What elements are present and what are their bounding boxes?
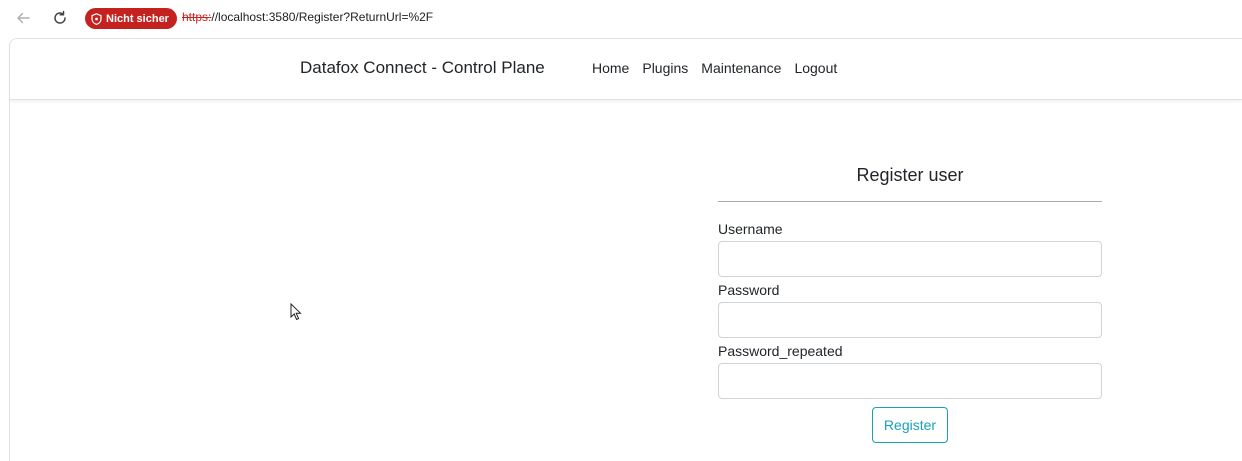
form-title: Register user [856, 165, 964, 185]
security-label: Nicht sicher [106, 12, 169, 25]
shield-icon [91, 12, 102, 25]
nav-link-plugins[interactable]: Plugins [642, 60, 688, 76]
browser-toolbar: Nicht sicher https://localhost:3580/Regi… [0, 0, 1242, 38]
title-divider [718, 201, 1102, 202]
mouse-cursor-icon [290, 302, 302, 326]
register-form: Register user Username Password Password… [718, 151, 1102, 443]
nav-link-logout[interactable]: Logout [794, 60, 837, 76]
register-button[interactable]: Register [872, 407, 948, 443]
page-viewport: Datafox Connect - Control Plane Home Plu… [9, 38, 1242, 461]
nav-links: Home Plugins Maintenance Logout [592, 60, 837, 76]
back-arrow-icon[interactable] [12, 7, 34, 29]
url-scheme: https: [182, 10, 212, 24]
security-badge[interactable]: Nicht sicher [85, 8, 177, 29]
password-label: Password [718, 282, 780, 298]
navbar-brand[interactable]: Datafox Connect - Control Plane [300, 58, 545, 78]
site-navbar: Datafox Connect - Control Plane Home Plu… [10, 39, 1242, 100]
nav-link-maintenance[interactable]: Maintenance [701, 60, 781, 76]
url-path: //localhost:3580/Register?ReturnUrl=%2F [211, 10, 434, 24]
address-bar[interactable]: https://localhost:3580/Register?ReturnUr… [182, 10, 433, 24]
username-input[interactable] [718, 241, 1102, 277]
username-label: Username [718, 221, 783, 237]
reload-icon[interactable] [49, 7, 71, 29]
submit-row: Register [718, 407, 1102, 443]
password-repeated-input[interactable] [718, 363, 1102, 399]
nav-link-home[interactable]: Home [592, 60, 629, 76]
password-repeated-label: Password_repeated [718, 343, 843, 359]
password-input[interactable] [718, 302, 1102, 338]
